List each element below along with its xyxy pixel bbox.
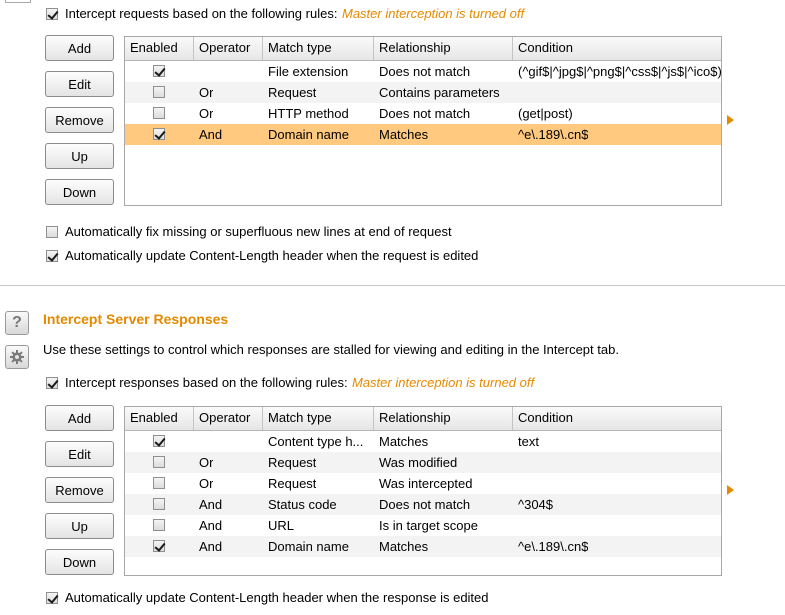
row-condition: ^304$: [518, 497, 554, 512]
table-row[interactable]: And Domain name Matches ^e\.189\.cn$: [125, 536, 721, 557]
expand-arrow-icon[interactable]: [727, 115, 734, 125]
row-enabled-checkbox[interactable]: [153, 65, 165, 77]
intercept-responses-label: Intercept responses based on the followi…: [65, 375, 348, 390]
row-match-type: Content type h...: [268, 434, 364, 449]
row-condition: ^e\.189\.cn$: [518, 127, 589, 142]
help-icon[interactable]: ?: [5, 311, 29, 335]
table-row[interactable]: Content type h... Matches text: [125, 431, 721, 452]
row-enabled-checkbox[interactable]: [153, 86, 165, 98]
section-title: Intercept Server Responses: [43, 311, 229, 327]
request-rules-table[interactable]: Enabled Operator Match type Relationship…: [124, 36, 722, 206]
request-update-length-label: Automatically update Content-Length head…: [65, 248, 479, 263]
expand-arrow-icon[interactable]: [727, 485, 734, 495]
request-up-button[interactable]: Up: [45, 143, 114, 169]
top-edge-panel: [5, 0, 31, 3]
response-update-length-checkbox[interactable]: [46, 592, 58, 604]
row-match-type: Domain name: [268, 127, 349, 142]
row-enabled-checkbox[interactable]: [153, 107, 165, 119]
section-divider: [0, 285, 785, 286]
column-enabled[interactable]: Enabled: [125, 407, 194, 430]
row-relationship: Matches: [379, 539, 429, 554]
row-relationship: Does not match: [379, 106, 471, 121]
request-update-length-checkbox[interactable]: [46, 250, 58, 262]
column-enabled[interactable]: Enabled: [125, 37, 194, 60]
column-relationship[interactable]: Relationship: [374, 407, 513, 430]
row-match-type: Request: [268, 85, 317, 100]
row-operator: Or: [199, 455, 214, 470]
fix-newlines-checkbox[interactable]: [46, 226, 58, 238]
row-enabled-checkbox[interactable]: [153, 477, 165, 489]
row-enabled-checkbox[interactable]: [153, 435, 165, 447]
response-table-header: Enabled Operator Match type Relationship…: [125, 407, 721, 431]
row-enabled-checkbox[interactable]: [153, 456, 165, 468]
row-relationship: Is in target scope: [379, 518, 478, 533]
column-condition[interactable]: Condition: [513, 37, 721, 60]
column-match-type[interactable]: Match type: [263, 407, 374, 430]
column-match-type[interactable]: Match type: [263, 37, 374, 60]
row-condition: (^gif$|^jpg$|^png$|^css$|^js$|^ico$): [518, 64, 722, 79]
response-rules-table[interactable]: Enabled Operator Match type Relationship…: [124, 406, 722, 576]
table-row[interactable]: And URL Is in target scope: [125, 515, 721, 536]
row-operator: Or: [199, 85, 214, 100]
request-down-button[interactable]: Down: [45, 179, 114, 205]
response-master-note: Master interception is turned off: [352, 375, 535, 390]
table-row[interactable]: Or Request Contains parameters: [125, 82, 721, 103]
request-remove-button[interactable]: Remove: [45, 107, 114, 133]
response-up-button[interactable]: Up: [45, 513, 114, 539]
request-table-header: Enabled Operator Match type Relationship…: [125, 37, 721, 61]
row-match-type: Request: [268, 476, 317, 491]
request-add-button[interactable]: Add: [45, 35, 114, 61]
column-operator[interactable]: Operator: [194, 37, 263, 60]
request-edit-button[interactable]: Edit: [45, 71, 114, 97]
response-add-button[interactable]: Add: [45, 405, 114, 431]
table-row-selected[interactable]: And Domain name Matches ^e\.189\.cn$: [125, 124, 721, 145]
row-match-type: Request: [268, 455, 317, 470]
row-operator: Or: [199, 106, 214, 121]
row-relationship: Contains parameters: [379, 85, 500, 100]
fix-newlines-label: Automatically fix missing or superfluous…: [65, 224, 452, 239]
row-match-type: Domain name: [268, 539, 349, 554]
row-relationship: Does not match: [379, 64, 471, 79]
row-relationship: Matches: [379, 127, 429, 142]
row-match-type: Status code: [268, 497, 337, 512]
row-relationship: Was intercepted: [379, 476, 473, 491]
row-match-type: URL: [268, 518, 295, 533]
row-enabled-checkbox[interactable]: [153, 498, 165, 510]
column-operator[interactable]: Operator: [194, 407, 263, 430]
row-relationship: Was modified: [379, 455, 458, 470]
row-operator: Or: [199, 476, 214, 491]
row-condition: ^e\.189\.cn$: [518, 539, 589, 554]
response-update-length-label: Automatically update Content-Length head…: [65, 590, 489, 605]
row-relationship: Matches: [379, 434, 429, 449]
column-relationship[interactable]: Relationship: [374, 37, 513, 60]
response-down-button[interactable]: Down: [45, 549, 114, 575]
table-row[interactable]: Or HTTP method Does not match (get|post): [125, 103, 721, 124]
request-master-note: Master interception is turned off: [342, 6, 525, 21]
row-enabled-checkbox[interactable]: [153, 128, 165, 140]
row-operator: And: [199, 497, 223, 512]
table-row[interactable]: File extension Does not match (^gif$|^jp…: [125, 61, 721, 82]
column-condition[interactable]: Condition: [513, 407, 721, 430]
response-remove-button[interactable]: Remove: [45, 477, 114, 503]
intercept-requests-label: Intercept requests based on the followin…: [65, 6, 338, 21]
table-row[interactable]: And Status code Does not match ^304$: [125, 494, 721, 515]
table-row[interactable]: Or Request Was modified: [125, 452, 721, 473]
section-description: Use these settings to control which resp…: [43, 342, 619, 357]
row-operator: And: [199, 539, 223, 554]
row-match-type: File extension: [268, 64, 349, 79]
intercept-requests-checkbox[interactable]: [46, 8, 58, 20]
row-match-type: HTTP method: [268, 106, 349, 121]
row-operator: And: [199, 127, 223, 142]
row-enabled-checkbox[interactable]: [153, 519, 165, 531]
row-condition: (get|post): [518, 106, 573, 121]
table-row[interactable]: Or Request Was intercepted: [125, 473, 721, 494]
settings-gear-icon[interactable]: [5, 345, 29, 369]
row-condition: text: [518, 434, 539, 449]
row-relationship: Does not match: [379, 497, 471, 512]
row-enabled-checkbox[interactable]: [153, 540, 165, 552]
intercept-responses-checkbox[interactable]: [46, 377, 58, 389]
response-edit-button[interactable]: Edit: [45, 441, 114, 467]
row-operator: And: [199, 518, 223, 533]
